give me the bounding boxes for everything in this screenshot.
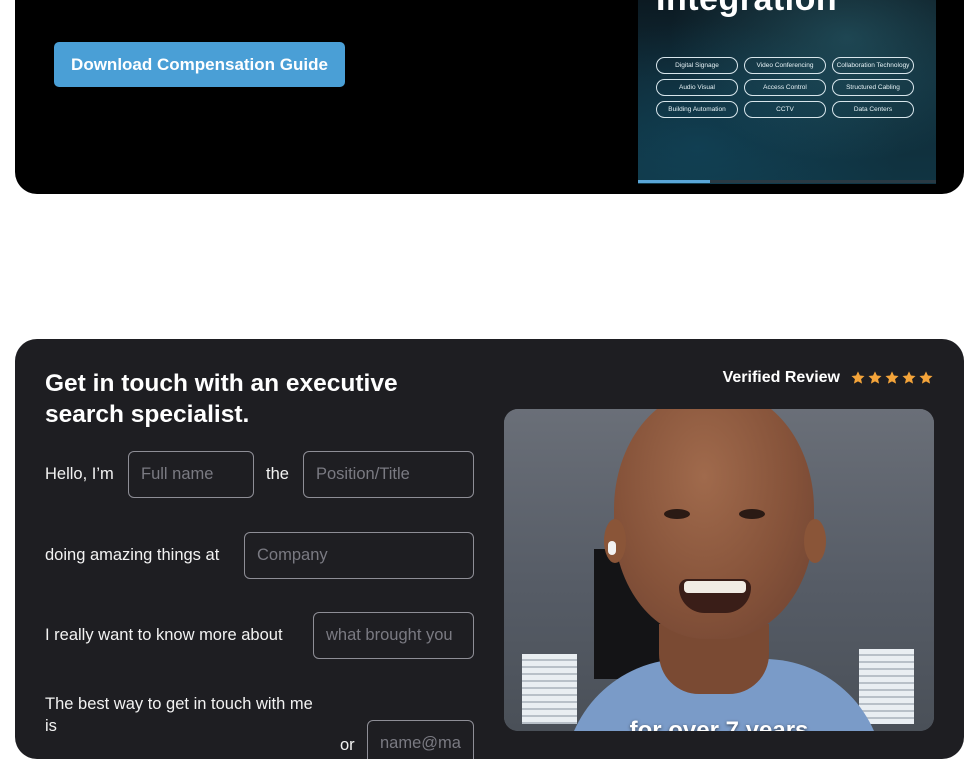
media-headline: Integration <box>656 0 837 19</box>
verified-review-label: Verified Review <box>722 369 840 386</box>
video-airpod <box>608 541 616 555</box>
company-label: doing amazing things at <box>45 546 220 564</box>
video-person-ear-right <box>804 519 826 563</box>
service-chips: Digital Signage Video Conferencing Colla… <box>656 57 914 118</box>
carousel-progress-track[interactable] <box>638 180 936 183</box>
chip-access-control: Access Control <box>744 79 826 96</box>
contact-title: Get in touch with an executive search sp… <box>45 370 398 428</box>
chip-cctv: CCTV <box>744 101 826 118</box>
star-icon <box>885 371 899 384</box>
full-name-input[interactable] <box>128 451 254 498</box>
the-label: the <box>266 465 289 483</box>
chip-digital-signage: Digital Signage <box>656 57 738 74</box>
video-person-ear-left <box>604 519 626 563</box>
verified-review: Verified Review <box>723 369 934 387</box>
video-person-teeth <box>684 581 746 593</box>
video-caption: for over 7 years <box>629 717 809 731</box>
video-person-eye-left <box>664 509 690 519</box>
company-input[interactable] <box>244 532 474 579</box>
star-icon <box>902 371 916 384</box>
interest-label: I really want to know more about <box>45 626 283 644</box>
star-icon <box>851 371 865 384</box>
carousel-progress-fill <box>638 180 710 183</box>
interest-input[interactable] <box>313 612 474 659</box>
email-input[interactable] <box>367 720 474 759</box>
video-shutter-left <box>522 654 577 724</box>
banner-card: Download Compensation Guide Integration … <box>15 0 964 194</box>
rating-stars <box>850 370 934 386</box>
banner-media-slide[interactable]: Integration Digital Signage Video Confer… <box>638 0 936 184</box>
video-shutter-right <box>859 649 914 724</box>
video-person-eye-right <box>739 509 765 519</box>
position-title-input[interactable] <box>303 451 474 498</box>
download-compensation-guide-button[interactable]: Download Compensation Guide <box>54 42 345 87</box>
star-icon <box>919 371 933 384</box>
chip-video-conferencing: Video Conferencing <box>744 57 826 74</box>
chip-building-automation: Building Automation <box>656 101 738 118</box>
contact-card: Get in touch with an executive search sp… <box>15 339 964 759</box>
chip-structured-cabling: Structured Cabling <box>832 79 914 96</box>
chip-data-centers: Data Centers <box>832 101 914 118</box>
contact-method-label: The best way to get in touch with me is <box>45 695 313 735</box>
chip-collaboration-technology: Collaboration Technology <box>832 57 914 74</box>
star-icon <box>868 371 882 384</box>
testimonial-video[interactable]: for over 7 years <box>504 409 934 731</box>
chip-audio-visual: Audio Visual <box>656 79 738 96</box>
greeting-label: Hello, I’m <box>45 465 114 483</box>
